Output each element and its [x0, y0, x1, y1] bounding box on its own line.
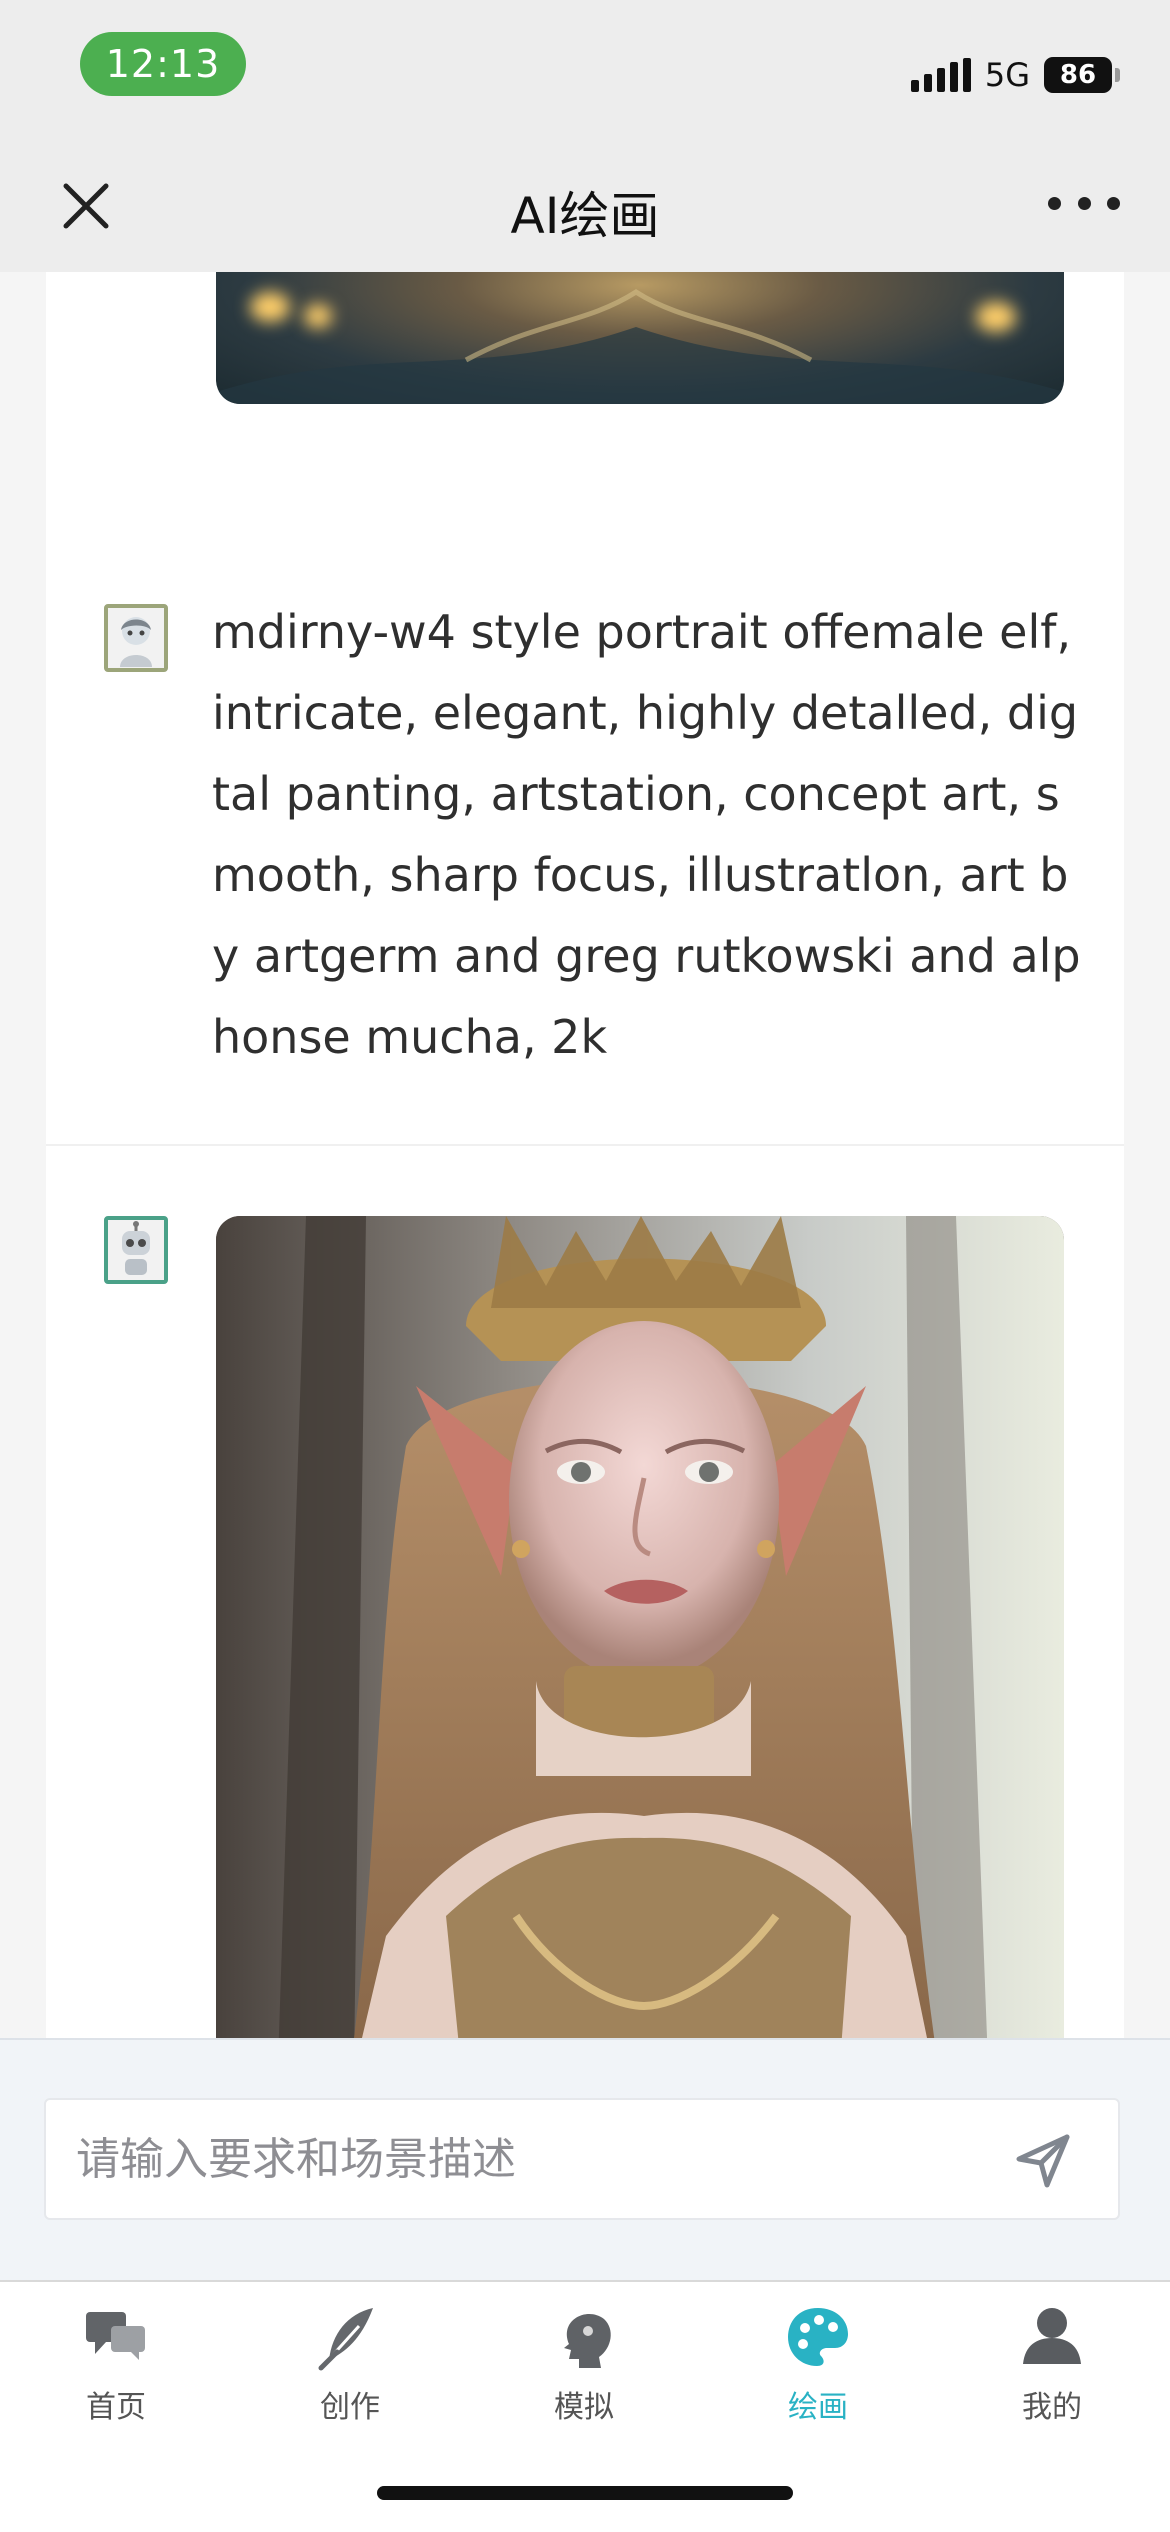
navigation-bar: AI绘画	[0, 140, 1170, 272]
tab-label-create: 创作	[320, 2390, 380, 2425]
ai-painting-screen: 12:13 5G 86 AI绘画 mdirny-w4 style portrai…	[0, 0, 1170, 2532]
prompt-message: mdirny-w4 style portrait offemale elf, i…	[212, 605, 1081, 1064]
head-icon	[564, 2314, 611, 2368]
message-input-area	[0, 2038, 1170, 2280]
network-type: 5G	[984, 56, 1030, 94]
palette-icon	[788, 2308, 848, 2366]
tab-profile[interactable]: 我的	[952, 2302, 1152, 2442]
tab-label-profile: 我的	[1022, 2390, 1082, 2425]
message-card: mdirny-w4 style portrait offemale elf, i…	[46, 534, 1124, 2038]
tab-create[interactable]: 创作	[250, 2302, 450, 2442]
tab-label-simulate: 模拟	[554, 2390, 614, 2425]
tab-painting[interactable]: 绘画	[718, 2302, 918, 2442]
generated-elf-portrait[interactable]	[216, 1216, 1064, 2038]
message-divider	[46, 1144, 1124, 1146]
tab-home[interactable]: 首页	[16, 2302, 216, 2442]
prompt-input[interactable]	[76, 2133, 996, 2185]
chat-bubbles-icon	[86, 2312, 145, 2360]
user-avatar[interactable]	[104, 604, 168, 672]
generated-fantasy-image[interactable]	[216, 272, 1064, 404]
battery-level: 86	[1059, 60, 1097, 90]
robot-avatar[interactable]	[104, 1216, 168, 1284]
page-title: AI绘画	[510, 187, 660, 245]
status-bar: 12:13 5G 86	[0, 0, 1170, 140]
tab-label-painting: 绘画	[788, 2390, 848, 2425]
status-time: 12:13	[80, 32, 246, 96]
tab-label-home: 首页	[86, 2390, 146, 2425]
send-icon[interactable]	[1014, 2132, 1072, 2190]
prompt-input-box[interactable]	[44, 2098, 1120, 2220]
status-indicators: 5G 86	[910, 50, 1120, 100]
home-indicator[interactable]	[377, 2486, 793, 2500]
person-icon	[1023, 2308, 1081, 2364]
signal-icon	[910, 58, 971, 92]
tab-simulate[interactable]: 模拟	[484, 2302, 684, 2442]
feather-icon	[318, 2308, 373, 2371]
battery-icon: 86	[1044, 57, 1120, 93]
more-icon[interactable]	[1048, 188, 1120, 218]
chat-content[interactable]: mdirny-w4 style portrait offemale elf, i…	[0, 272, 1170, 2038]
